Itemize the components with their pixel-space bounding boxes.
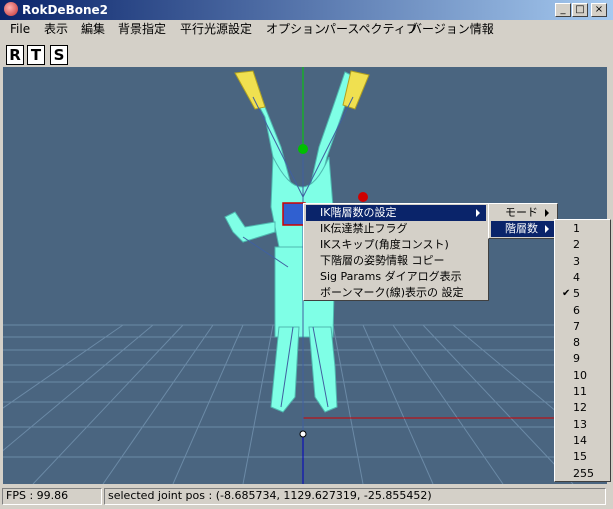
menu-ik-level-setting[interactable]: IK階層数の設定: [306, 205, 486, 221]
menu-bone-mark-setting[interactable]: ボーンマーク(線)表示の 設定: [306, 285, 486, 301]
menu-ik-level-setting-label: IK階層数の設定: [320, 206, 397, 219]
checkmark-icon: ✔: [562, 288, 571, 300]
joint-position-readout: selected joint pos : (-8.685734, 1129.62…: [104, 488, 606, 505]
app-icon: [4, 2, 18, 16]
menu-level-count-label: 階層数: [505, 222, 538, 235]
ik-submenu: モード 階層数: [488, 203, 558, 239]
fps-readout: FPS : 99.86: [2, 488, 102, 505]
level-item[interactable]: 4: [557, 270, 609, 286]
submenu-arrow-icon: [476, 209, 480, 217]
menu-file[interactable]: File: [10, 22, 30, 37]
close-button[interactable]: ×: [591, 3, 607, 17]
toolbar: [0, 40, 613, 66]
menu-sig-params[interactable]: Sig Params ダイアログ表示: [306, 269, 486, 285]
translate-button[interactable]: T: [27, 45, 45, 65]
level-item[interactable]: 7: [557, 319, 609, 335]
rotate-button[interactable]: R: [6, 45, 24, 65]
level-item[interactable]: 15: [557, 449, 609, 465]
level-item[interactable]: 1: [557, 221, 609, 237]
menu-mode[interactable]: モード: [491, 205, 555, 221]
menu-ik-skip[interactable]: IKスキップ(角度コンスト): [306, 237, 486, 253]
menu-version[interactable]: バージョン情報: [410, 22, 494, 37]
menu-options[interactable]: オプション: [266, 22, 326, 37]
level-item[interactable]: 3: [557, 254, 609, 270]
menu-background[interactable]: 背景指定: [118, 22, 166, 37]
menu-edit[interactable]: 編集: [81, 22, 105, 37]
level-item[interactable]: 255: [557, 466, 609, 482]
level-item[interactable]: 9: [557, 351, 609, 367]
level-item[interactable]: 12: [557, 400, 609, 416]
menu-mode-label: モード: [505, 206, 538, 219]
submenu-arrow-icon: [545, 225, 549, 233]
submenu-arrow-icon: [545, 209, 549, 217]
menu-ik-propagation-flag[interactable]: IK伝達禁止フラグ: [306, 221, 486, 237]
window-title: RokDeBone2: [22, 3, 108, 17]
level-item[interactable]: 11: [557, 384, 609, 400]
menu-bar: File 表示 編集 背景指定 平行光源設定 オプション パースペクティブ バー…: [0, 20, 613, 39]
level-count-menu: 1 2 3 4 ✔ 5 6 7 8 9 10 11 12 13 14 15 25…: [554, 219, 611, 482]
selected-joint-marker[interactable]: [282, 202, 306, 226]
level-item[interactable]: 8: [557, 335, 609, 351]
level-item-checked[interactable]: ✔ 5: [557, 286, 609, 302]
menu-view[interactable]: 表示: [44, 22, 68, 37]
level-item[interactable]: 14: [557, 433, 609, 449]
joint-root[interactable]: [299, 430, 307, 438]
maximize-button[interactable]: □: [572, 3, 588, 17]
level-item[interactable]: 2: [557, 237, 609, 253]
joint-head[interactable]: [298, 144, 308, 154]
scale-button[interactable]: S: [50, 45, 68, 65]
menu-perspective[interactable]: パースペクティブ: [324, 22, 418, 37]
level-item[interactable]: 10: [557, 368, 609, 384]
minimize-button[interactable]: _: [555, 3, 571, 17]
menu-level-count[interactable]: 階層数: [491, 221, 555, 237]
menu-light[interactable]: 平行光源設定: [180, 22, 252, 37]
level-item[interactable]: 13: [557, 417, 609, 433]
context-menu: IK階層数の設定 IK伝達禁止フラグ IKスキップ(角度コンスト) 下階層の姿勢…: [303, 203, 489, 301]
level-item[interactable]: 6: [557, 303, 609, 319]
joint-red[interactable]: [358, 192, 368, 202]
menu-copy-pose[interactable]: 下階層の姿勢情報 コピー: [306, 253, 486, 269]
level-item-label: 5: [573, 287, 580, 301]
floor-grid: [3, 324, 607, 484]
title-bar: RokDeBone2 _ □ ×: [0, 0, 613, 20]
